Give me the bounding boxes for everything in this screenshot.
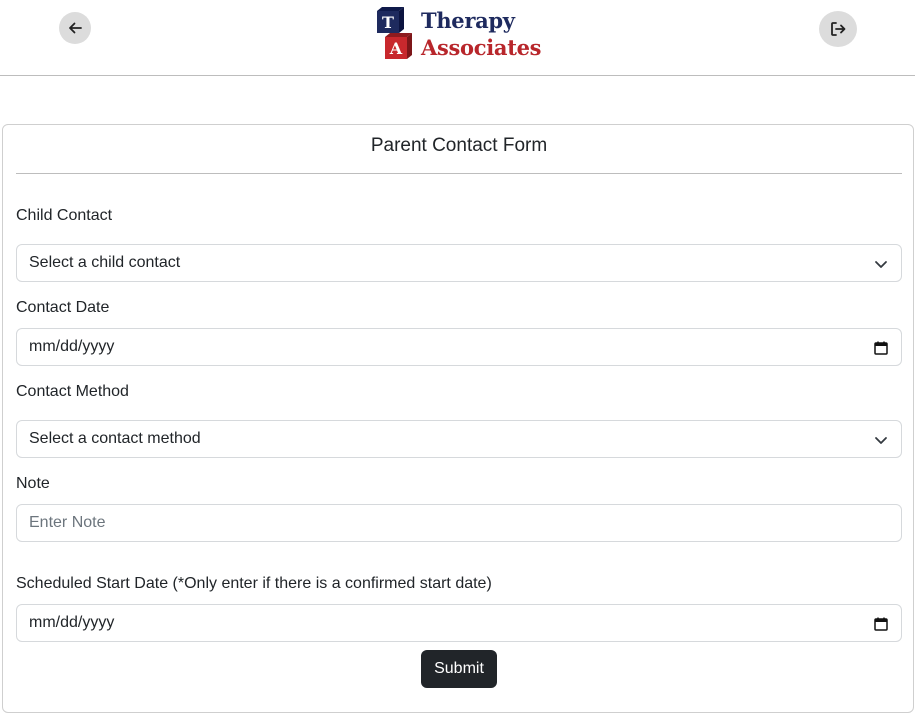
logo-block-letter-t: T [382,13,394,32]
scheduled-start-date-value: mm/dd/yyyy [29,614,115,631]
logo-text-therapy: Therapy [421,8,515,33]
back-button[interactable] [59,12,91,44]
therapy-associates-logo: T A Therapy Associates [377,7,552,61]
contact-method-select-value: Select a contact method [29,430,201,447]
logout-button[interactable] [819,11,857,47]
logout-icon [831,22,846,36]
chevron-down-icon [875,261,887,268]
scheduled-start-date-input[interactable]: mm/dd/yyyy [16,604,902,642]
note-input[interactable]: Enter Note [16,504,902,542]
contact-date-input[interactable]: mm/dd/yyyy [16,328,902,366]
form-title: Parent Contact Form [16,125,902,174]
child-contact-label: Child Contact [16,207,113,224]
contact-date-label: Contact Date [16,299,110,316]
calendar-icon[interactable] [873,340,889,356]
child-contact-select[interactable]: Select a child contact [16,244,902,282]
scheduled-start-date-label: Scheduled Start Date (*Only enter if the… [16,575,492,592]
app-header: T A Therapy Associates [0,0,915,76]
logo-blocks-icon: T A [377,7,412,59]
chevron-down-icon [875,437,887,444]
calendar-icon[interactable] [873,616,889,632]
contact-method-label: Contact Method [16,383,129,400]
note-label: Note [16,475,50,492]
child-contact-select-value: Select a child contact [29,254,181,271]
submit-button[interactable]: Submit [421,650,497,688]
parent-contact-form-card: Parent Contact Form Child Contact Select… [2,124,914,713]
contact-method-select[interactable]: Select a contact method [16,420,902,458]
note-placeholder: Enter Note [29,514,106,531]
contact-date-value: mm/dd/yyyy [29,338,115,355]
logo-text-associates: Associates [421,35,542,60]
arrow-left-icon [69,22,82,34]
logo-block-letter-a: A [389,39,403,58]
